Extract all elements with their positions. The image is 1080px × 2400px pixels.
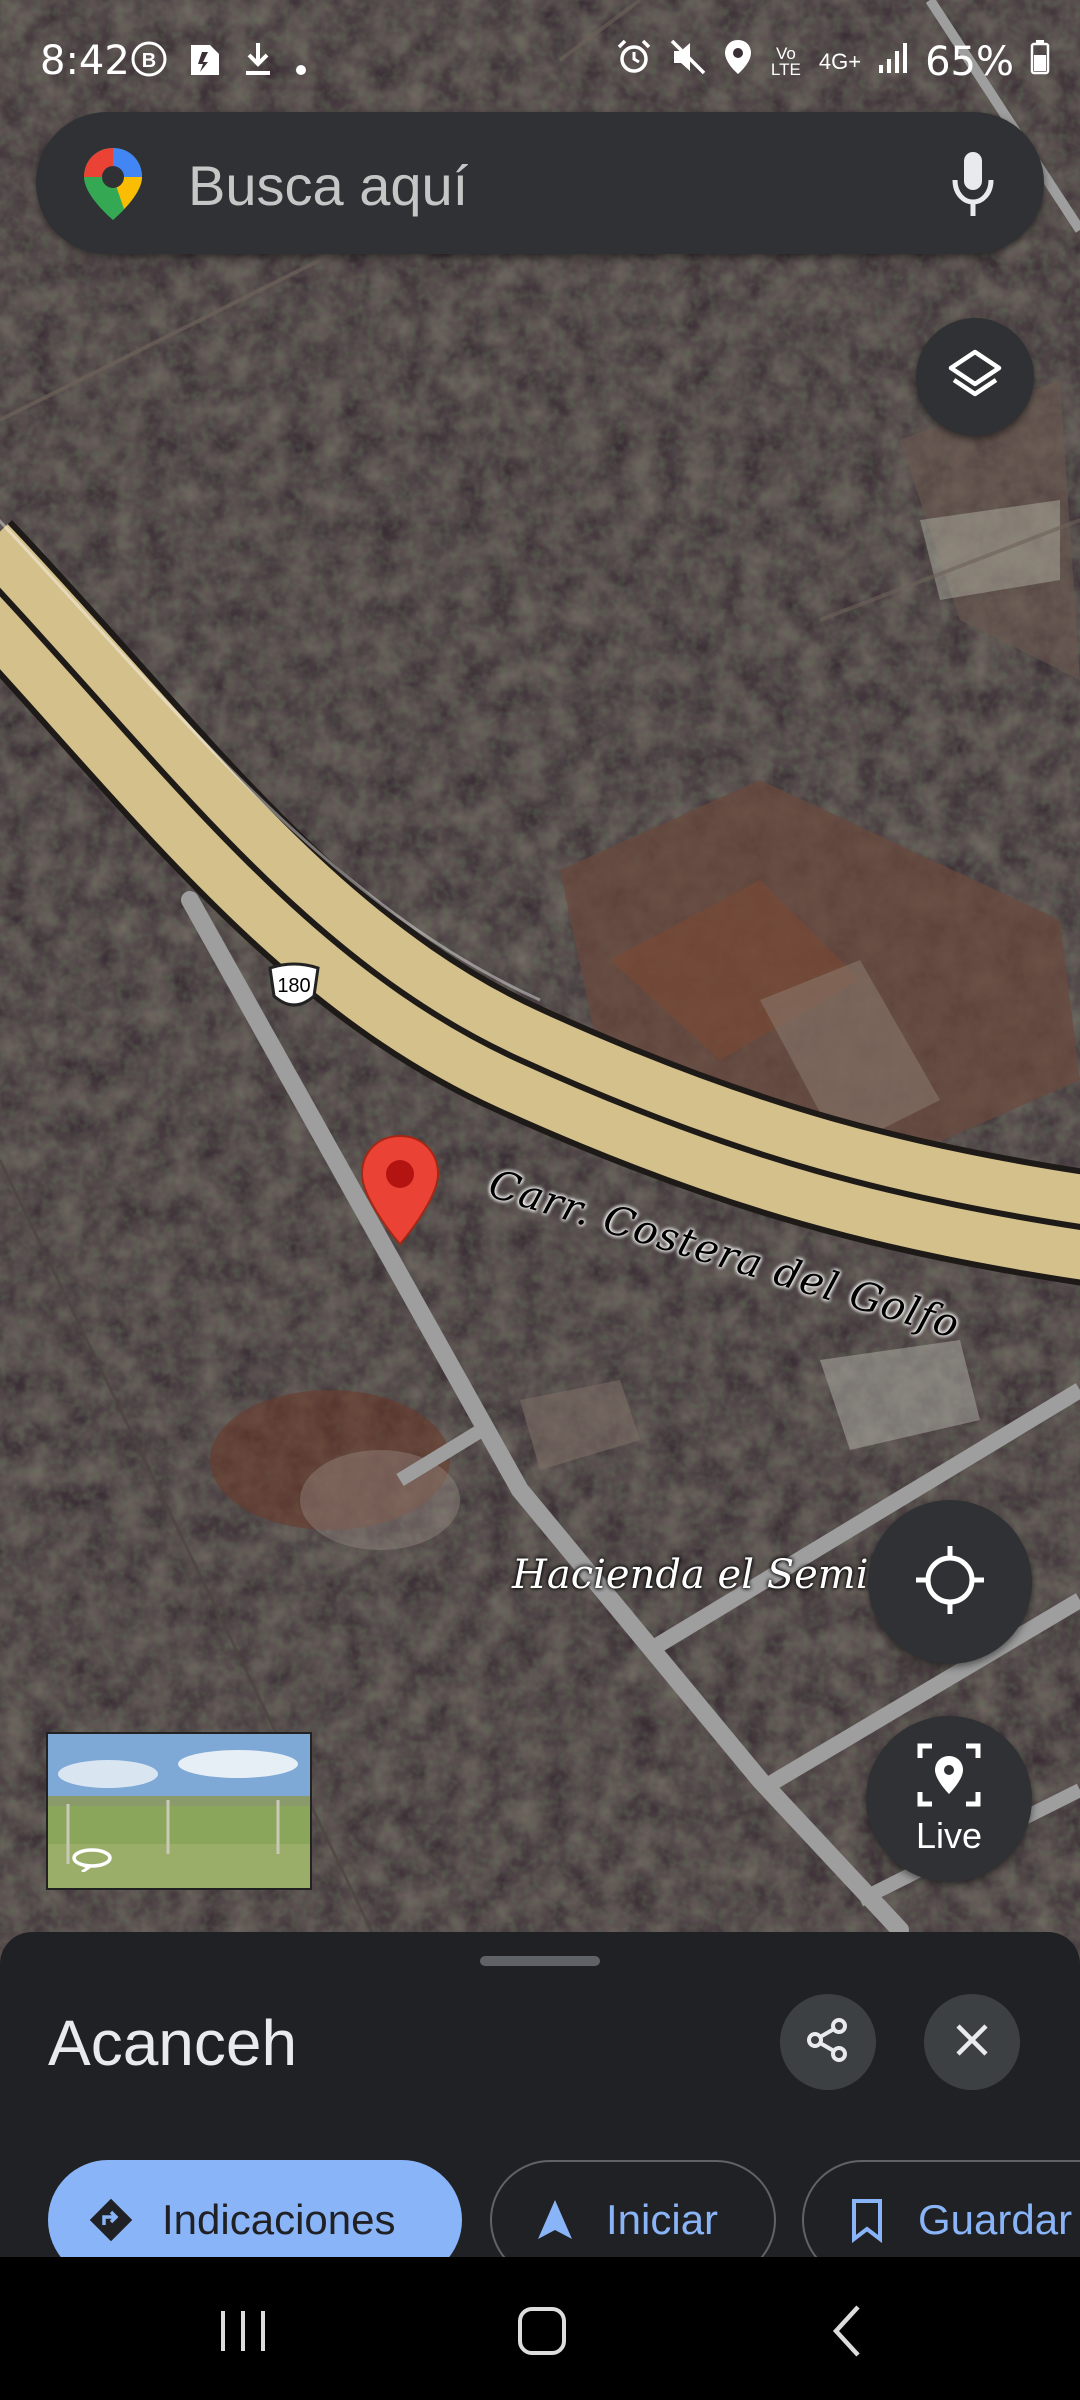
live-label: Live bbox=[915, 1814, 983, 1856]
start-label: Iniciar bbox=[606, 2196, 719, 2243]
volte-icon: Vo LTE bbox=[770, 44, 801, 79]
share-icon bbox=[805, 2017, 851, 2068]
directions-icon bbox=[88, 2197, 134, 2243]
svg-text:B: B bbox=[142, 50, 156, 72]
location-icon bbox=[723, 38, 753, 86]
street-view-thumbnail[interactable] bbox=[46, 1732, 312, 1890]
rotate-360-icon bbox=[70, 1846, 114, 1877]
route-180-shield: 180 bbox=[266, 962, 322, 1012]
navigation-arrow-icon bbox=[532, 2197, 578, 2243]
search-bar[interactable] bbox=[36, 112, 1044, 254]
my-location-icon bbox=[914, 1544, 986, 1621]
system-navigation-bar bbox=[0, 2257, 1080, 2400]
map-imagery bbox=[0, 0, 1080, 2000]
route-shield-number: 180 bbox=[277, 975, 310, 997]
live-view-pin-icon bbox=[916, 1742, 982, 1813]
battery-icon bbox=[1030, 39, 1050, 85]
sim-note-icon bbox=[188, 40, 222, 88]
status-time: 8:42 bbox=[40, 38, 130, 84]
location-pin-icon[interactable] bbox=[360, 1134, 440, 1246]
directions-button[interactable]: Indicaciones bbox=[48, 2160, 462, 2257]
place-label[interactable]: Hacienda el Semill bbox=[512, 1552, 894, 1598]
save-button[interactable]: Guardar bbox=[802, 2160, 1080, 2257]
share-button[interactable] bbox=[780, 1994, 876, 2090]
sheet-drag-handle[interactable] bbox=[480, 1956, 600, 1966]
battery-percent: 65% bbox=[925, 39, 1014, 85]
directions-label: Indicaciones bbox=[162, 2196, 396, 2243]
microphone-icon[interactable] bbox=[950, 150, 996, 220]
place-sheet[interactable]: Acanceh Indicaciones Iniciar Guardar bbox=[0, 1932, 1080, 2257]
status-bar: 8:42 B Vo LTE 4G+ 65% bbox=[0, 0, 1080, 110]
dot-icon bbox=[294, 42, 308, 87]
mute-icon bbox=[669, 38, 707, 86]
recent-apps-icon[interactable] bbox=[213, 2303, 273, 2359]
close-icon bbox=[954, 2022, 990, 2063]
b-badge-icon: B bbox=[130, 40, 168, 88]
live-view-button[interactable]: Live bbox=[866, 1716, 1032, 1882]
action-chips: Indicaciones Iniciar Guardar bbox=[0, 2160, 1080, 2257]
alarm-icon bbox=[615, 38, 653, 86]
satellite-map[interactable]: 180 Carr. Costera del Golfo Hacienda el … bbox=[0, 0, 1080, 2000]
layers-button[interactable] bbox=[916, 318, 1034, 436]
home-icon[interactable] bbox=[514, 2303, 574, 2359]
my-location-button[interactable] bbox=[868, 1500, 1032, 1664]
start-button[interactable]: Iniciar bbox=[490, 2160, 776, 2257]
network-type-label: 4G+ bbox=[818, 49, 862, 74]
bookmark-icon bbox=[844, 2197, 890, 2244]
close-button[interactable] bbox=[924, 1994, 1020, 2090]
google-maps-pin-icon bbox=[82, 146, 144, 222]
signal-icon bbox=[877, 39, 909, 85]
layers-icon bbox=[946, 346, 1004, 409]
place-title: Acanceh bbox=[48, 2007, 298, 2079]
download-icon bbox=[242, 40, 274, 88]
search-input[interactable] bbox=[186, 142, 950, 228]
save-label: Guardar bbox=[918, 2196, 1073, 2243]
back-icon[interactable] bbox=[820, 2303, 880, 2359]
